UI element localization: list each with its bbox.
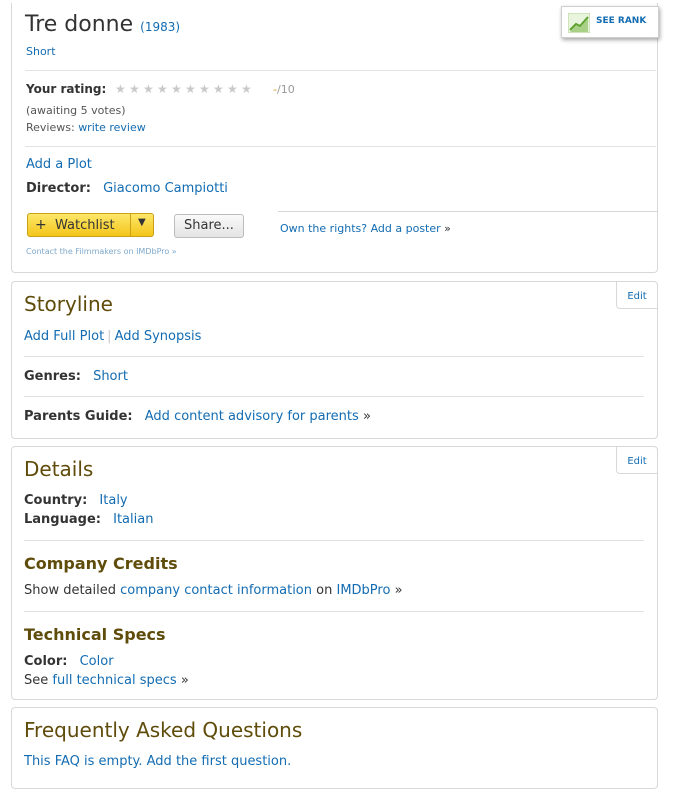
parents-guide-link[interactable]: Add content advisory for parents	[145, 409, 359, 424]
company-prefix: Show detailed	[24, 583, 116, 598]
plot-links: Add Full Plot | Add Synopsis	[24, 329, 201, 344]
rating-label: Your rating:	[26, 82, 107, 96]
arrow-icon: »	[444, 222, 451, 235]
divider	[25, 146, 656, 147]
chevron-down-icon[interactable]: ▼	[138, 217, 146, 228]
separator: |	[107, 329, 112, 344]
year-link[interactable]: (1983)	[140, 20, 180, 34]
star-icon[interactable]: ★	[227, 82, 238, 96]
storyline-edit-tab: Edit	[616, 282, 657, 309]
chart-icon	[568, 13, 590, 33]
storyline-edit-link[interactable]: Edit	[627, 291, 646, 302]
full-specs-row: See full technical specs »	[24, 673, 189, 688]
divider	[24, 611, 644, 612]
own-rights-row: Own the rights? Add a poster »	[280, 222, 451, 235]
director-row: Director: Giacomo Campiotti	[26, 181, 228, 196]
title-type-link[interactable]: Short	[26, 45, 56, 58]
watchlist-label: Watchlist	[55, 218, 115, 233]
star-icon[interactable]: ★	[157, 82, 168, 96]
star-icon[interactable]: ★	[171, 82, 182, 96]
details-heading: Details	[24, 457, 94, 481]
language-label: Language:	[24, 512, 101, 527]
details-section: Edit Details Country: Italy Language: It…	[11, 446, 658, 700]
rating-value: -/10	[273, 83, 295, 96]
star-icon[interactable]: ★	[185, 82, 196, 96]
country-row: Country: Italy	[24, 493, 128, 508]
write-review-link[interactable]: write review	[78, 121, 146, 134]
storyline-heading: Storyline	[24, 292, 113, 316]
add-full-plot-link[interactable]: Add Full Plot	[24, 329, 104, 344]
divider	[278, 211, 657, 212]
color-row: Color: Color	[24, 654, 114, 669]
divider	[25, 70, 656, 71]
share-button[interactable]: Share...	[174, 214, 244, 238]
company-credits-heading: Company Credits	[24, 554, 178, 573]
parents-guide-row: Parents Guide: Add content advisory for …	[24, 409, 371, 424]
star-icon[interactable]: ★	[143, 82, 154, 96]
add-poster-link[interactable]: Own the rights? Add a poster	[280, 222, 441, 235]
see-rank-button[interactable]: SEE RANK	[561, 6, 659, 38]
details-edit-link[interactable]: Edit	[627, 456, 646, 467]
arrow-icon: »	[180, 673, 189, 688]
star-rating-widget[interactable]: ★ ★ ★ ★ ★ ★ ★ ★ ★ ★	[115, 82, 255, 97]
genre-link[interactable]: Short	[93, 369, 128, 384]
imdbpro-link[interactable]: IMDbPro	[336, 583, 390, 598]
divider	[24, 540, 644, 541]
add-synopsis-link[interactable]: Add Synopsis	[115, 329, 202, 344]
title-overview: Tre donne (1983) Short Your rating: ★ ★ ★ ★…	[11, 3, 658, 273]
company-on-text: on	[316, 583, 333, 598]
language-row: Language: Italian	[24, 512, 153, 527]
add-plot-link[interactable]: Add a Plot	[26, 157, 92, 172]
divider	[24, 396, 644, 397]
contact-filmmakers-link[interactable]: Contact the Filmmakers on IMDbPro »	[26, 247, 177, 256]
divider	[24, 356, 644, 357]
parents-guide-label: Parents Guide:	[24, 409, 133, 424]
reviews-label: Reviews:	[26, 121, 75, 134]
details-edit-tab: Edit	[616, 447, 657, 474]
country-label: Country:	[24, 493, 88, 508]
votes-status: (awaiting 5 votes)	[26, 104, 126, 117]
see-prefix: See	[24, 673, 49, 688]
genres-label: Genres:	[24, 369, 81, 384]
faq-section: Frequently Asked Questions This FAQ is e…	[11, 707, 658, 789]
arrow-icon: »	[394, 583, 403, 598]
star-icon[interactable]: ★	[199, 82, 210, 96]
company-contact-link[interactable]: company contact information	[120, 583, 312, 598]
color-label: Color:	[24, 654, 68, 669]
plus-icon: +	[35, 217, 47, 233]
star-icon[interactable]: ★	[213, 82, 224, 96]
see-rank-label: SEE RANK	[596, 16, 647, 26]
technical-specs-heading: Technical Specs	[24, 625, 166, 644]
star-icon[interactable]: ★	[115, 82, 126, 96]
page-title: Tre donne (1983)	[25, 12, 180, 37]
director-link[interactable]: Giacomo Campiotti	[103, 181, 228, 196]
watchlist-divider	[130, 214, 131, 236]
arrow-icon: »	[362, 409, 371, 424]
country-link[interactable]: Italy	[99, 493, 127, 508]
title-text: Tre donne	[25, 12, 134, 37]
color-link[interactable]: Color	[80, 654, 114, 669]
watchlist-button[interactable]: + Watchlist ▼	[27, 213, 154, 237]
language-link[interactable]: Italian	[113, 512, 153, 527]
genres-row: Genres: Short	[24, 369, 128, 384]
star-icon[interactable]: ★	[241, 82, 252, 96]
storyline-section: Edit Storyline Add Full Plot | Add Synopsi…	[11, 281, 658, 439]
company-credits-row: Show detailed company contact informatio…	[24, 583, 403, 598]
rating-scale: /10	[276, 83, 295, 96]
faq-heading: Frequently Asked Questions	[24, 718, 303, 742]
director-label: Director:	[26, 181, 91, 196]
star-icon[interactable]: ★	[129, 82, 140, 96]
reviews-row: Reviews: write review	[26, 121, 146, 134]
full-technical-specs-link[interactable]: full technical specs	[52, 673, 176, 688]
